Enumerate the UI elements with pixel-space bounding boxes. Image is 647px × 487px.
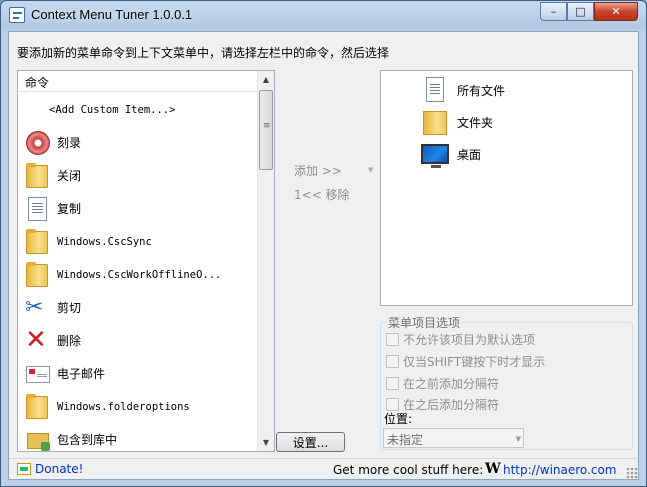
list-item-label: Windows.CscWorkOfflineO... (57, 268, 222, 281)
list-item[interactable]: <Add Custom Item...> (18, 93, 258, 126)
list-item[interactable]: 复制 (18, 192, 258, 225)
target-list[interactable]: 所有文件 文件夹 桌面 (380, 70, 633, 306)
commands-items: <Add Custom Item...> 刻录 关闭 复制 Windows.Cs… (18, 93, 258, 452)
all-files-icon (421, 76, 449, 104)
delete-x-icon: ✕ (25, 324, 47, 355)
more-stuff-text: Get more cool stuff here: (333, 463, 484, 477)
status-bar: Donate! Get more cool stuff here: W http… (9, 458, 638, 479)
list-item[interactable]: Windows.CscSync (18, 225, 258, 258)
list-item-label: 刻录 (57, 136, 82, 150)
list-item-label: 关闭 (57, 169, 82, 183)
list-item[interactable]: ✕ 删除 (18, 324, 258, 357)
commands-column-header[interactable]: 命令 (18, 71, 258, 92)
option-no-default[interactable]: 不允许该项目为默认选项 (386, 331, 535, 348)
chevron-down-icon: ▼ (515, 435, 521, 443)
burn-disc-icon (25, 130, 51, 156)
minimize-button[interactable]: – (540, 2, 567, 21)
checkbox[interactable] (386, 377, 399, 390)
scissors-icon: ✂ (25, 294, 44, 320)
option-label: 仅当SHIFT键按下时才显示 (403, 355, 546, 369)
settings-button[interactable]: 设置... (276, 432, 345, 452)
close-button[interactable]: ✕ (594, 2, 638, 21)
remove-button[interactable]: 1<< 移除 (294, 186, 350, 203)
list-item[interactable]: 电子邮件 (18, 357, 258, 390)
target-item-label: 桌面 (457, 147, 482, 162)
list-item-label: 包含到库中 (57, 433, 118, 447)
target-item-label: 文件夹 (457, 115, 494, 130)
list-item[interactable]: 刻录 (18, 126, 258, 159)
donate-icon (17, 463, 31, 475)
commands-scrollbar[interactable]: ▲ ▼ (257, 71, 274, 451)
app-icon (9, 7, 25, 23)
position-select[interactable]: 未指定 ▼ (383, 428, 524, 448)
checkbox[interactable] (386, 355, 399, 368)
option-separator-before[interactable]: 在之前添加分隔符 (386, 375, 499, 392)
document-icon (25, 196, 51, 222)
list-item-label: 剪切 (57, 301, 82, 315)
main-panel: 要添加新的菜单命令到上下文菜单中，请选择左栏中的命令，然后选择 命令 <Add … (8, 31, 639, 480)
list-item-label: 电子邮件 (57, 367, 106, 381)
library-icon (25, 427, 51, 452)
donate-link[interactable]: Donate! (35, 462, 83, 476)
list-item[interactable]: Windows.CscWorkOfflineO... (18, 258, 258, 291)
position-value: 未指定 (387, 433, 424, 447)
caption-buttons: – □ ✕ (540, 2, 638, 21)
folder-icon (25, 162, 51, 189)
option-shift-only[interactable]: 仅当SHIFT键按下时才显示 (386, 353, 545, 370)
list-item[interactable]: Windows.folderoptions (18, 390, 258, 423)
envelope-icon (25, 361, 51, 387)
add-dropdown-icon[interactable]: ▼ (368, 166, 373, 174)
list-item[interactable]: 包含到库中 (18, 423, 258, 452)
folder-icon (25, 393, 51, 420)
window-title: Context Menu Tuner 1.0.0.1 (31, 7, 193, 22)
folder-icon (421, 108, 449, 136)
scrollbar-thumb[interactable] (259, 90, 273, 170)
list-item-label: 复制 (57, 202, 82, 216)
app-window: Context Menu Tuner 1.0.0.1 – □ ✕ 要添加新的菜单… (0, 0, 647, 487)
option-label: 在之前添加分隔符 (403, 377, 500, 391)
option-label: 不允许该项目为默认选项 (403, 333, 536, 347)
winaero-logo: W (485, 461, 501, 477)
instruction-text: 要添加新的菜单命令到上下文菜单中，请选择左栏中的命令，然后选择 (17, 46, 390, 60)
add-button[interactable]: 添加 >> (294, 162, 342, 179)
scroll-down-icon[interactable]: ▼ (258, 434, 274, 451)
folder-icon (25, 261, 51, 288)
donate-link-group[interactable]: Donate! (17, 462, 83, 476)
position-label: 位置: (384, 412, 413, 426)
list-item-label: 删除 (57, 334, 82, 348)
menu-item-options-group: 菜单项目选项 不允许该项目为默认选项 仅当SHIFT键按下时才显示 在之前添加分… (380, 314, 633, 450)
option-label: 在之后添加分隔符 (403, 398, 500, 412)
scroll-up-icon[interactable]: ▲ (258, 71, 274, 88)
commands-list[interactable]: 命令 <Add Custom Item...> 刻录 关闭 复制 Windows… (17, 70, 275, 452)
list-item-label: <Add Custom Item...> (49, 103, 176, 116)
maximize-button[interactable]: □ (567, 2, 594, 21)
desktop-icon (421, 140, 449, 168)
title-bar[interactable]: Context Menu Tuner 1.0.0.1 – □ ✕ (1, 1, 646, 31)
target-item-folder[interactable]: 文件夹 (421, 107, 493, 137)
resize-grip-icon[interactable] (626, 467, 638, 479)
checkbox[interactable] (386, 333, 399, 346)
list-item-label: Windows.folderoptions (57, 400, 190, 413)
website-link[interactable]: http://winaero.com (503, 463, 617, 477)
target-item-label: 所有文件 (457, 83, 506, 98)
target-item-desktop[interactable]: 桌面 (421, 139, 481, 169)
group-title: 菜单项目选项 (386, 314, 463, 331)
list-item[interactable]: 关闭 (18, 159, 258, 192)
list-item[interactable]: ✂ 剪切 (18, 291, 258, 324)
folder-icon (25, 228, 51, 255)
target-item-all-files[interactable]: 所有文件 (421, 75, 505, 105)
list-item-label: Windows.CscSync (57, 235, 152, 248)
